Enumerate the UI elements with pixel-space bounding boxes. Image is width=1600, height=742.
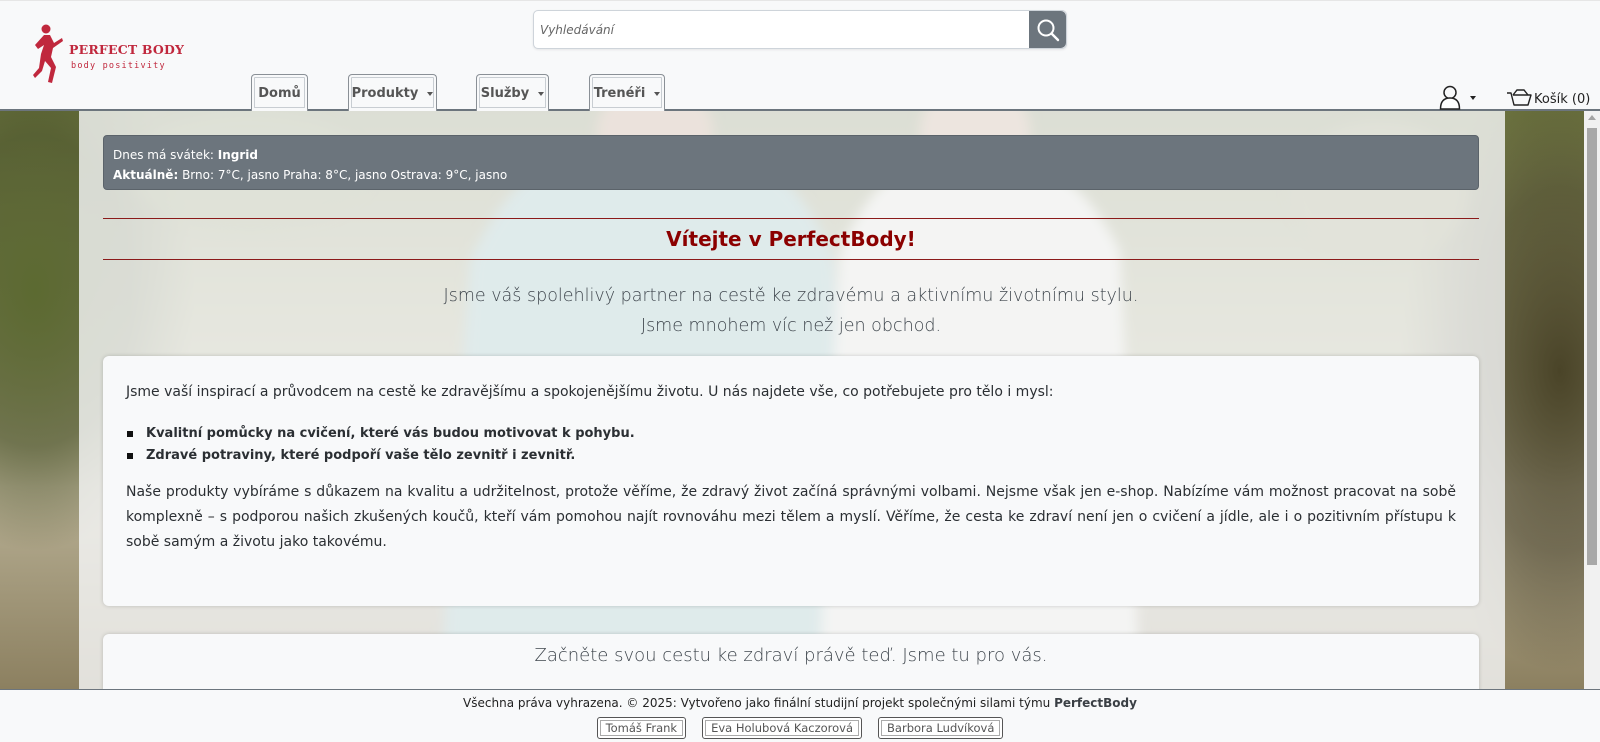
chevron-down-icon	[538, 91, 545, 96]
cta-card: Začněte svou cestu ke zdraví právě teď. …	[103, 634, 1479, 689]
cart-icon	[1507, 89, 1532, 106]
search-bar	[533, 10, 1067, 49]
team-name: PerfectBody	[1054, 696, 1137, 710]
author-button[interactable]: Eva Holubová Kaczorová	[702, 717, 863, 739]
info-bar: Dnes má svátek: Ingrid Aktuálně: Brno: 7…	[103, 135, 1479, 190]
weather-label: Aktuálně:	[113, 168, 179, 182]
nameday-label: Dnes má svátek:	[113, 148, 214, 162]
cart-label: Košík (0)	[1534, 91, 1591, 107]
list-item: Zdravé potraviny, které podpoří vaše těl…	[126, 445, 1456, 467]
nav-tab-products-label: Produkty	[351, 85, 419, 101]
nameday-name: Ingrid	[217, 148, 258, 162]
cart-button[interactable]: Košík (0)	[1506, 89, 1590, 109]
about-body: Naše produkty vybíráme s důkazem na kval…	[126, 484, 1456, 550]
nav-tab-services[interactable]: Služby	[476, 74, 549, 111]
lead-line-1: Jsme váš spolehlivý partner na cestě ke …	[443, 286, 1139, 306]
author-button[interactable]: Barbora Ludvíková	[878, 717, 1004, 739]
chevron-down-icon	[654, 91, 661, 96]
brand-name: PERFECT BODY	[69, 42, 185, 57]
copyright-label: Všechna práva vyhrazena. © 2025: Vytvoře…	[463, 696, 1051, 710]
brand-logo[interactable]: PERFECT BODY body positivity	[32, 23, 184, 91]
brand-tagline: body positivity	[71, 61, 166, 71]
main-content: Dnes má svátek: Ingrid Aktuálně: Brno: 7…	[0, 111, 1584, 689]
site-footer: Všechna práva vyhrazena. © 2025: Vytvoře…	[0, 689, 1600, 742]
about-bullet-list: Kvalitní pomůcky na cvičení, které vás b…	[126, 423, 1456, 467]
account-dropdown[interactable]	[1439, 85, 1476, 110]
copyright-text: Všechna práva vyhrazena. © 2025: Vytvoře…	[0, 695, 1600, 711]
nameday-line: Dnes má svátek: Ingrid	[113, 145, 1469, 165]
search-button[interactable]	[1029, 11, 1066, 48]
chevron-down-icon	[427, 91, 434, 96]
page-scrollbar[interactable]	[1584, 111, 1600, 689]
user-icon	[1439, 85, 1461, 110]
page-title: Vítejte v PerfectBody!	[103, 218, 1479, 260]
lead-line-2: Jsme mnohem víc než jen obchod.	[640, 316, 942, 336]
authors-list: Tomáš Frank Eva Holubová Kaczorová Barbo…	[0, 717, 1600, 739]
nav-tab-trainers-label: Trenéři	[593, 85, 646, 101]
cta-text: Začněte svou cestu ke zdraví právě teď. …	[534, 645, 1048, 666]
weather-text: Brno: 7°C, jasno Praha: 8°C, jasno Ostra…	[182, 168, 508, 182]
scrollbar-thumb[interactable]	[1587, 128, 1597, 565]
lead-text: Jsme váš spolehlivý partner na cestě ke …	[103, 281, 1479, 341]
about-card: Jsme vaší inspirací a průvodcem na cestě…	[103, 356, 1479, 606]
about-intro: Jsme vaší inspirací a průvodcem na cestě…	[126, 384, 1054, 400]
weather-line: Aktuálně: Brno: 7°C, jasno Praha: 8°C, j…	[113, 165, 1469, 185]
site-header: PERFECT BODY body positivity Domů Produk…	[0, 0, 1600, 111]
author-button[interactable]: Tomáš Frank	[596, 717, 687, 739]
search-icon	[1037, 19, 1059, 41]
nav-tab-trainers[interactable]: Trenéři	[589, 74, 665, 111]
scroll-up-arrow-icon[interactable]	[1588, 115, 1596, 120]
nav-tab-services-label: Služby	[480, 85, 530, 101]
list-item: Kvalitní pomůcky na cvičení, které vás b…	[126, 423, 1456, 445]
nav-tab-home[interactable]: Domů	[251, 74, 308, 111]
nav-tab-home-label: Domů	[258, 85, 301, 101]
chevron-down-icon	[1470, 96, 1476, 100]
search-input[interactable]	[534, 11, 1029, 48]
nav-tab-products[interactable]: Produkty	[348, 74, 437, 111]
runner-logo-icon	[33, 24, 63, 83]
